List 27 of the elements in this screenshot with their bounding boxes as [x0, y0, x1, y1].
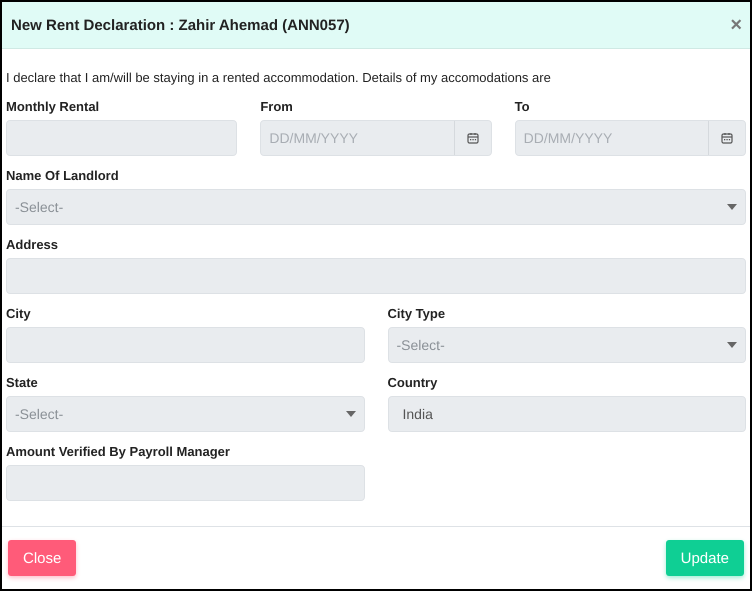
input-field[interactable]: India	[388, 396, 746, 432]
field-label: State	[6, 375, 39, 390]
intro-text: I declare that I am/will be staying in a rented accommodation. Details of my accomodations are	[6, 70, 552, 85]
dialog-title: New Rent Declaration : Zahir Ahemad (ANN057)	[11, 16, 350, 34]
close-button[interactable]: Close	[8, 540, 76, 576]
select-field[interactable]: -Select-	[6, 189, 746, 225]
field-label: To	[514, 99, 531, 114]
input-field[interactable]	[6, 120, 238, 156]
input-field[interactable]	[6, 258, 746, 294]
field-label: Address	[6, 237, 60, 252]
field-label: Name Of Landlord	[6, 168, 120, 183]
field-label: City Type	[388, 306, 446, 321]
field-label: City	[6, 306, 32, 321]
input-field[interactable]	[6, 465, 364, 501]
field-label: Monthly Rental	[6, 99, 100, 114]
date-field[interactable]: DD/MM/YYYY	[260, 120, 492, 156]
update-button[interactable]: Update	[666, 540, 744, 576]
field-label: Amount Verified By Payroll Manager	[6, 444, 231, 459]
select-field[interactable]: -Select-	[388, 327, 746, 363]
field-label: From	[260, 99, 294, 114]
caret-icon	[727, 342, 737, 348]
select-field[interactable]: -Select-	[6, 396, 364, 432]
caret-icon	[346, 411, 356, 417]
caret-icon	[727, 204, 737, 210]
field-label: Country	[388, 375, 438, 390]
input-field[interactable]	[6, 327, 364, 363]
date-field[interactable]: DD/MM/YYYY	[514, 120, 746, 156]
